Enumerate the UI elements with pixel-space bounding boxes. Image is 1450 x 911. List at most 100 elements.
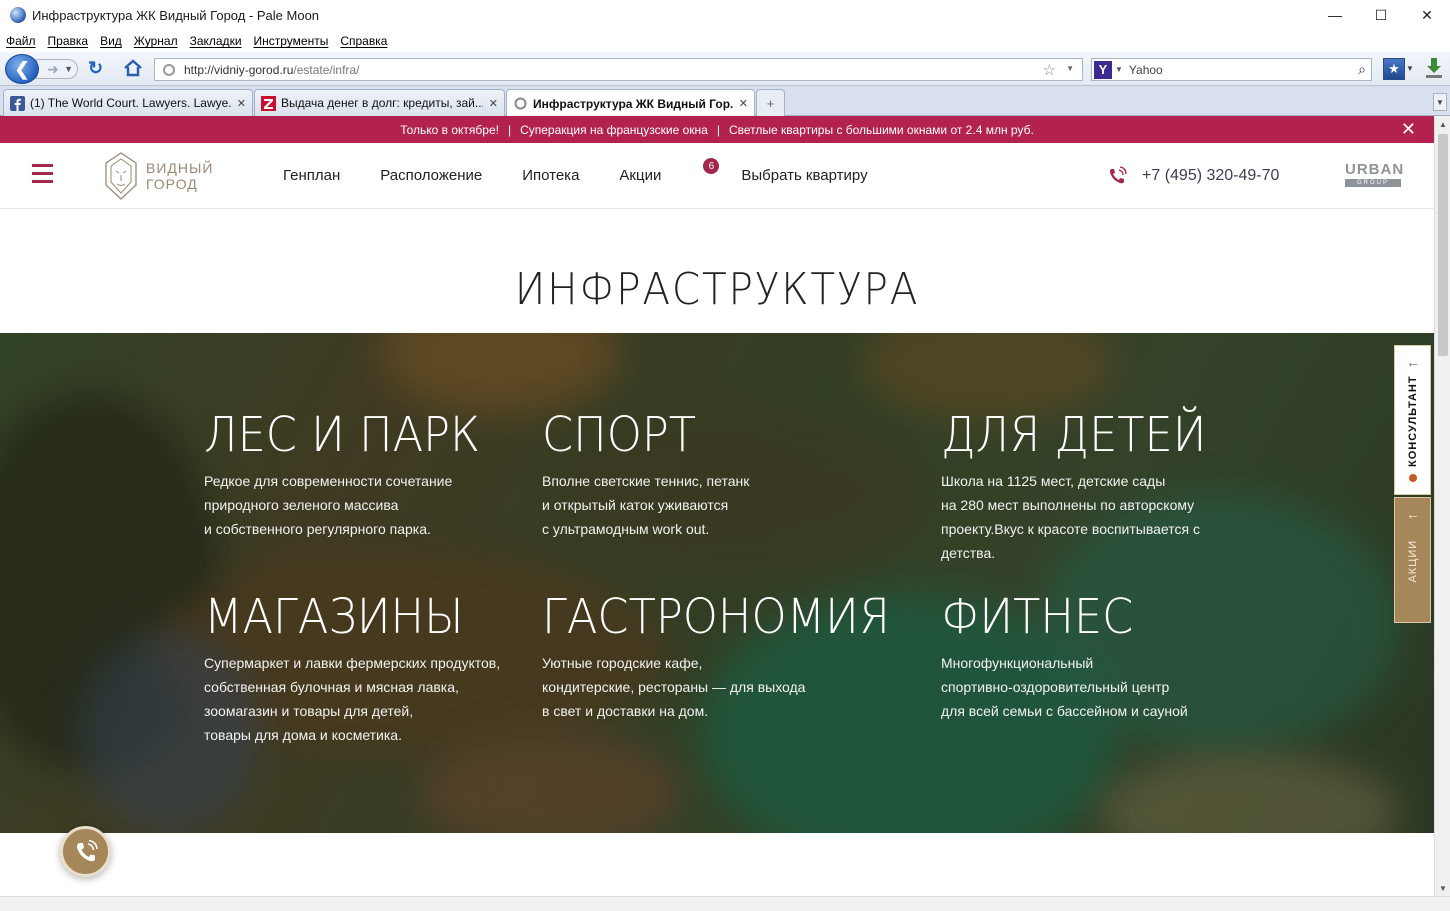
home-icon — [124, 59, 142, 77]
feature-text-line: кондитерские, рестораны — для выхода — [542, 679, 806, 695]
bookmark-star-icon[interactable]: ☆ — [1043, 61, 1056, 79]
promo-text-1: Только в октябре! — [400, 122, 499, 137]
feature-text-line: Школа на 1125 мест, детские сады — [941, 473, 1166, 489]
tab-facebook[interactable]: (1) The World Court. Lawyers. Lawye... ✕ — [3, 89, 253, 116]
back-button[interactable]: ❮ — [5, 54, 39, 84]
phone-number[interactable]: +7 (495) 320-49-70 — [1142, 167, 1279, 185]
feature-text-line: зоомагазин и товары для детей, — [204, 703, 414, 719]
bookmarks-button[interactable]: ★ — [1383, 58, 1405, 80]
phone-icon — [1110, 166, 1127, 184]
nav-mortgage[interactable]: Ипотека — [522, 167, 579, 184]
z-icon — [261, 95, 276, 111]
main-nav: Генплан Расположение Ипотека Акции 6 Выбр… — [283, 158, 908, 184]
scrollbar-thumb[interactable] — [1438, 134, 1448, 356]
url-text[interactable]: http://vidniy-gorod.ru/estate/infra/ — [184, 63, 359, 77]
site-identity-icon[interactable] — [163, 63, 175, 76]
engine-dropdown-icon[interactable]: ▼ — [1115, 65, 1123, 74]
promo-close-icon[interactable]: ✕ — [1401, 119, 1416, 140]
window-title: Инфраструктура ЖК Видный Город - Pale Mo… — [32, 7, 320, 23]
feature-text-line: в свет и доставки на дом. — [542, 703, 709, 719]
feature-text-line: спортивно-оздоровительный центр — [941, 679, 1170, 695]
arrow-left-icon: ← — [1406, 506, 1420, 522]
nav-promotions[interactable]: Акции 6 — [619, 158, 720, 184]
search-bar[interactable]: Y ▼ Yahoo ⌕ — [1091, 58, 1372, 81]
close-tab-icon[interactable]: ✕ — [489, 97, 498, 110]
feature-text-line: природного зеленого массива — [204, 497, 399, 513]
feature-text-line: проекту.Вкус к красоте воспитывается с — [941, 521, 1200, 537]
forward-button[interactable]: ➜ ▼ — [36, 59, 78, 79]
url-dropdown-icon[interactable]: ▼ — [1066, 64, 1074, 73]
tab-loans[interactable]: Выдача денег в долг: кредиты, зай... ✕ — [254, 89, 505, 116]
tab-infrastructure[interactable]: Инфраструктура ЖК Видный Гор... ✕ — [506, 89, 755, 117]
minimize-button[interactable]: — — [1312, 0, 1358, 30]
feature-title: ГАСТРОНОМИЯ — [542, 589, 890, 645]
download-icon — [1426, 58, 1442, 78]
nav-genplan[interactable]: Генплан — [283, 167, 340, 184]
new-tab-button[interactable]: + — [756, 89, 785, 116]
promo-text-2: Суперакция на французские окна — [520, 122, 708, 137]
bookmarks-star-icon: ★ — [1388, 61, 1400, 76]
menu-help[interactable]: Справка — [340, 34, 387, 48]
site-favicon-icon — [514, 97, 527, 110]
reload-button[interactable]: ↻ — [88, 58, 103, 79]
downloads-button[interactable] — [1424, 56, 1444, 80]
infrastructure-hero: ЛЕС И ПАРК Редкое для современности соче… — [0, 333, 1434, 833]
feature-text-line: Супермаркет и лавки фермерских продуктов… — [204, 655, 501, 671]
feature-title: МАГАЗИНЫ — [204, 589, 464, 645]
feature-text-line: Уютные городские кафе, — [542, 655, 703, 671]
menu-view[interactable]: Вид — [100, 34, 122, 48]
vertical-scrollbar[interactable]: ▲ ▼ — [1434, 116, 1450, 896]
home-button[interactable] — [122, 58, 144, 78]
search-icon[interactable]: ⌕ — [1358, 61, 1366, 78]
callback-button[interactable] — [60, 826, 111, 877]
history-dropdown-icon[interactable]: ▼ — [64, 64, 73, 74]
nav-choose-apartment[interactable]: Выбрать квартиру — [741, 167, 867, 184]
promo-bar[interactable]: Только в октябре! | Суперакция на францу… — [0, 116, 1434, 143]
plus-icon: + — [766, 95, 775, 111]
horizontal-scrollbar[interactable] — [0, 896, 1450, 911]
feature-title: ДЛЯ ДЕТЕЙ — [941, 407, 1207, 463]
navigation-toolbar: ➜ ▼ ❮ ↻ http://vidniy-gorod.ru/estate/in… — [0, 52, 1450, 86]
nav-location[interactable]: Расположение — [380, 167, 482, 184]
feature-forest-park: ЛЕС И ПАРК Редкое для современности соче… — [204, 409, 501, 541]
window-titlebar: Инфраструктура ЖК Видный Город - Pale Mo… — [0, 0, 1450, 30]
phone-call-icon — [76, 839, 98, 861]
forward-arrow-icon: ➜ — [47, 61, 59, 77]
close-tab-icon[interactable]: ✕ — [237, 97, 246, 110]
tab-bar: (1) The World Court. Lawyers. Lawye... ✕… — [0, 86, 1450, 117]
urban-group-logo[interactable]: URBAN GROUP — [1345, 162, 1403, 190]
promotions-side-tab[interactable]: ← АКЦИИ — [1394, 497, 1431, 623]
feature-text-line: с ультрамодным work out. — [542, 521, 710, 537]
url-bar[interactable]: http://vidniy-gorod.ru/estate/infra/ ☆ ▼ — [154, 58, 1083, 81]
hamburger-menu-icon[interactable] — [32, 164, 53, 183]
menu-edit[interactable]: Правка — [48, 34, 89, 48]
close-window-button[interactable]: ✕ — [1404, 0, 1450, 30]
scroll-up-icon[interactable]: ▲ — [1435, 116, 1450, 132]
feature-shops: МАГАЗИНЫ Супермаркет и лавки фермерских … — [204, 591, 500, 747]
menu-bookmarks[interactable]: Закладки — [190, 34, 242, 48]
site-logo[interactable]: Видный Город — [103, 149, 223, 203]
feature-sport: СПОРТ Вполне светские теннис, петанк и о… — [542, 409, 749, 541]
menu-bar: Файл Правка Вид Журнал Закладки Инструме… — [0, 30, 1450, 52]
close-tab-icon[interactable]: ✕ — [739, 97, 748, 110]
menu-file[interactable]: Файл — [6, 34, 36, 48]
tab-list-button[interactable]: ▼ — [1433, 93, 1447, 111]
feature-text-line: для всей семьи с бассейном и сауной — [941, 703, 1188, 719]
bookmarks-dropdown-icon[interactable]: ▼ — [1406, 64, 1414, 73]
menu-tools[interactable]: Инструменты — [254, 34, 329, 48]
menu-history[interactable]: Журнал — [134, 34, 178, 48]
promotions-count-badge: 6 — [703, 158, 720, 174]
feature-title: ФИТНЕС — [941, 589, 1134, 645]
back-arrow-icon: ❮ — [14, 58, 30, 79]
feature-title: ЛЕС И ПАРК — [204, 407, 481, 463]
site-header: Видный Город Генплан Расположение Ипотек… — [0, 143, 1434, 209]
maximize-button[interactable]: ☐ — [1358, 0, 1404, 30]
lion-emblem-icon — [105, 152, 137, 200]
arrow-left-icon: ← — [1406, 354, 1420, 370]
search-input[interactable]: Yahoo — [1129, 63, 1163, 77]
consultant-side-tab[interactable]: ← КОНСУЛЬТАНТ — [1394, 345, 1431, 495]
feature-text-line: и собственного регулярного парка. — [204, 521, 431, 537]
scroll-down-icon[interactable]: ▼ — [1435, 880, 1450, 896]
feature-text-line: собственная булочная и мясная лавка, — [204, 679, 459, 695]
yahoo-engine-icon[interactable]: Y — [1094, 60, 1112, 79]
